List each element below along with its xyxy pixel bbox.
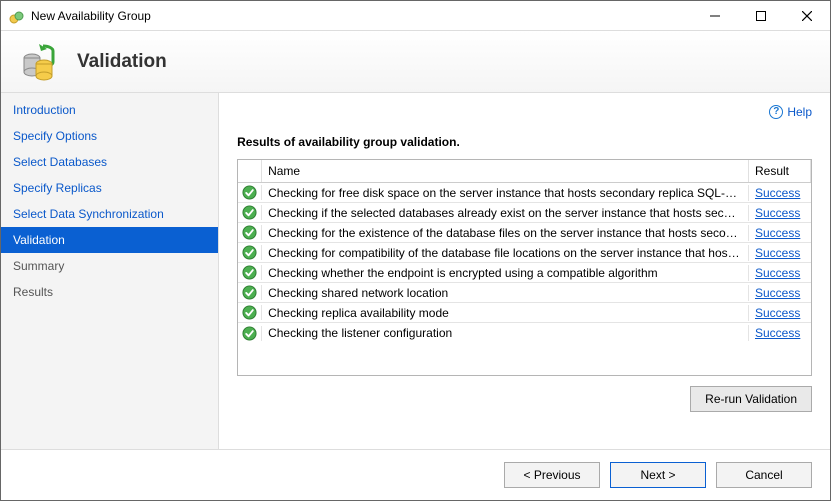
validation-result-link[interactable]: Success [755, 286, 800, 300]
success-icon [238, 305, 262, 320]
page-heading: Validation [77, 51, 167, 73]
validation-name: Checking replica availability mode [262, 305, 749, 321]
success-icon [238, 265, 262, 280]
titlebar: New Availability Group [1, 1, 830, 31]
step-select-databases[interactable]: Select Databases [1, 149, 218, 175]
close-button[interactable] [784, 1, 830, 31]
next-button[interactable]: Next > [610, 462, 706, 488]
step-specify-options[interactable]: Specify Options [1, 123, 218, 149]
validation-name: Checking if the selected databases alrea… [262, 205, 749, 221]
window-title: New Availability Group [31, 9, 151, 23]
validation-result-link[interactable]: Success [755, 266, 800, 280]
validation-name: Checking for free disk space on the serv… [262, 185, 749, 201]
step-introduction[interactable]: Introduction [1, 97, 218, 123]
success-icon [238, 285, 262, 300]
success-icon [238, 185, 262, 200]
wizard-icon [19, 42, 59, 82]
validation-name: Checking whether the endpoint is encrypt… [262, 265, 749, 281]
help-link[interactable]: ? Help [769, 105, 812, 119]
validation-row: Checking for the existence of the databa… [238, 223, 811, 243]
success-icon [238, 245, 262, 260]
validation-result-link[interactable]: Success [755, 246, 800, 260]
validation-results-grid: Name Result Checking for free disk space… [237, 159, 812, 376]
validation-row: Checking for free disk space on the serv… [238, 183, 811, 203]
step-specify-replicas[interactable]: Specify Replicas [1, 175, 218, 201]
cancel-button[interactable]: Cancel [716, 462, 812, 488]
section-title: Results of availability group validation… [237, 135, 812, 149]
app-icon [9, 8, 25, 24]
header: Validation [1, 31, 830, 93]
help-label: Help [787, 105, 812, 119]
wizard-footer: < Previous Next > Cancel [1, 449, 830, 500]
grid-empty-space [238, 343, 811, 375]
success-icon [238, 205, 262, 220]
validation-name: Checking the listener configuration [262, 325, 749, 341]
step-summary[interactable]: Summary [1, 253, 218, 279]
wizard-steps-sidebar: Introduction Specify Options Select Data… [1, 93, 219, 449]
grid-header: Name Result [238, 160, 811, 183]
validation-result-link[interactable]: Success [755, 206, 800, 220]
validation-result-link[interactable]: Success [755, 306, 800, 320]
previous-button[interactable]: < Previous [504, 462, 600, 488]
step-select-data-sync[interactable]: Select Data Synchronization [1, 201, 218, 227]
validation-row: Checking replica availability mode Succes… [238, 303, 811, 323]
help-icon: ? [769, 105, 783, 119]
validation-row: Checking the listener configuration Succe… [238, 323, 811, 343]
validation-result-link[interactable]: Success [755, 186, 800, 200]
step-validation[interactable]: Validation [1, 227, 218, 253]
column-header-result[interactable]: Result [749, 160, 811, 182]
validation-row: Checking if the selected databases alrea… [238, 203, 811, 223]
wizard-window: New Availability Group Validation Introd… [0, 0, 831, 501]
column-header-name[interactable]: Name [262, 160, 749, 182]
rerun-validation-button[interactable]: Re-run Validation [690, 386, 812, 412]
validation-result-link[interactable]: Success [755, 326, 800, 340]
success-icon [238, 326, 262, 341]
validation-row: Checking shared network location Success [238, 283, 811, 303]
main-panel: ? Help Results of availability group val… [219, 93, 830, 449]
validation-name: Checking shared network location [262, 285, 749, 301]
minimize-button[interactable] [692, 1, 738, 31]
validation-result-link[interactable]: Success [755, 226, 800, 240]
validation-row: Checking for compatibility of the databa… [238, 243, 811, 263]
validation-row: Checking whether the endpoint is encrypt… [238, 263, 811, 283]
validation-name: Checking for the existence of the databa… [262, 225, 749, 241]
step-results[interactable]: Results [1, 279, 218, 305]
validation-name: Checking for compatibility of the databa… [262, 245, 749, 261]
maximize-button[interactable] [738, 1, 784, 31]
success-icon [238, 225, 262, 240]
